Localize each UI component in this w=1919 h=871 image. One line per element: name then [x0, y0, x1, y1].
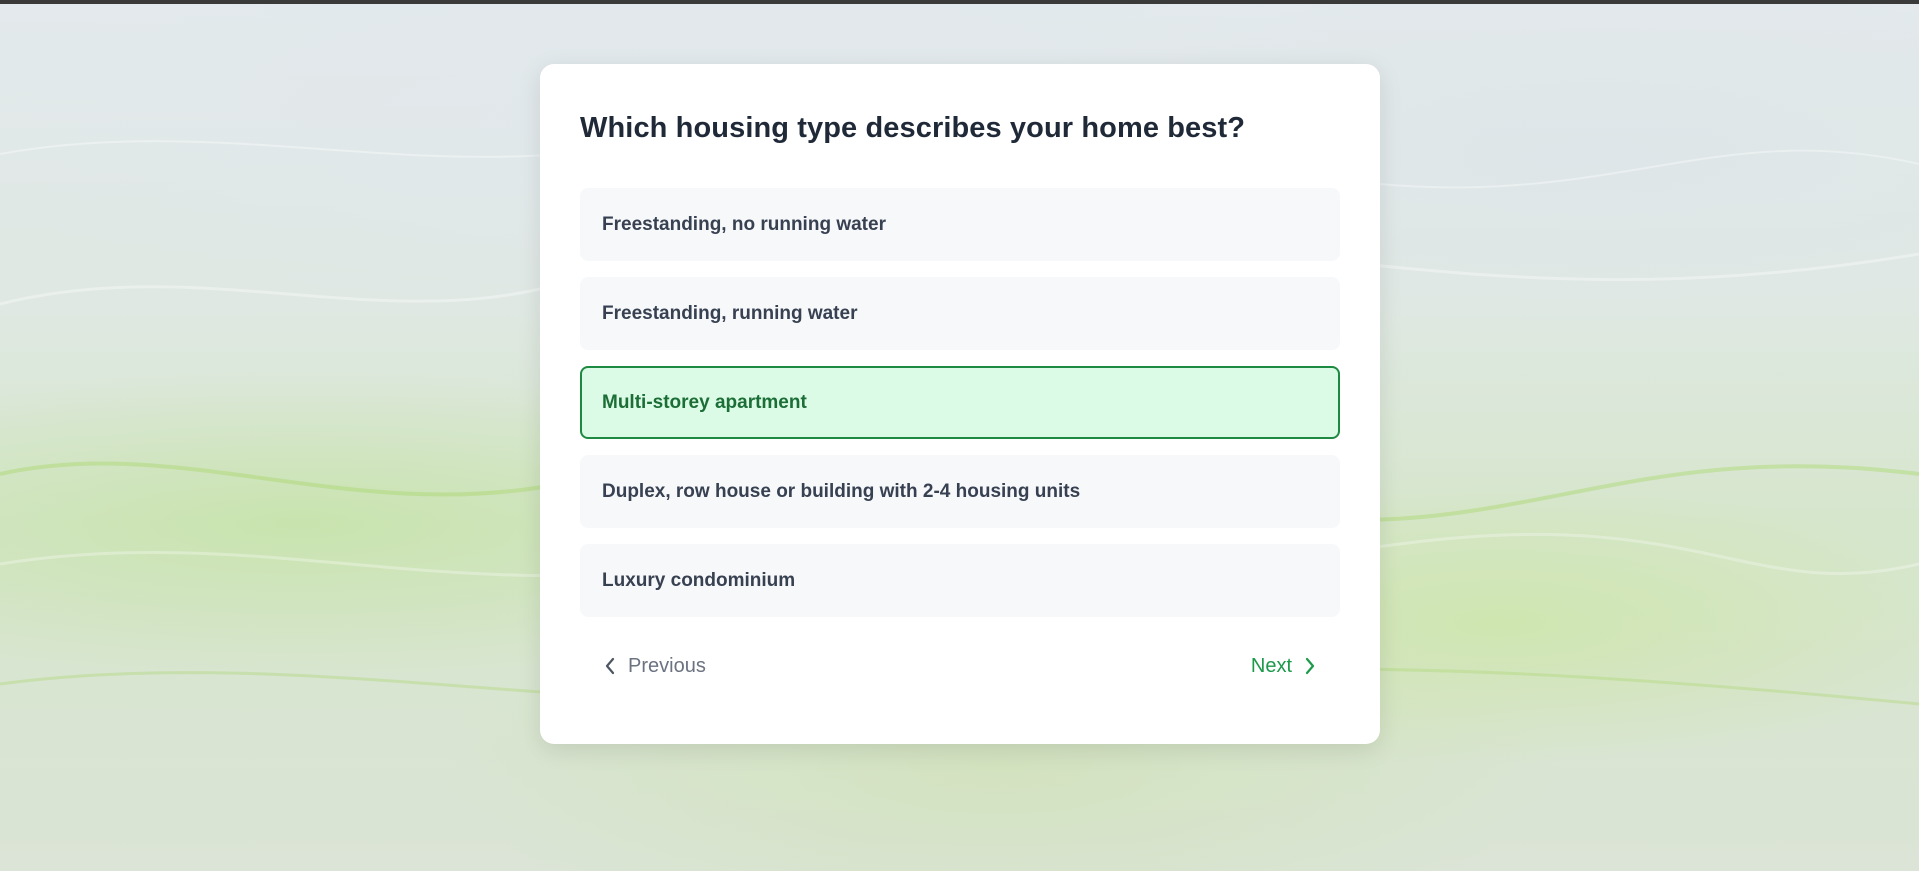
answer-options: Freestanding, no running water Freestand… — [580, 188, 1340, 617]
previous-button[interactable]: Previous — [596, 644, 714, 688]
option-freestanding-running-water[interactable]: Freestanding, running water — [580, 277, 1340, 350]
chevron-right-icon — [1304, 656, 1316, 676]
survey-card: Which housing type describes your home b… — [540, 64, 1380, 744]
next-label: Next — [1250, 654, 1292, 677]
option-freestanding-no-water[interactable]: Freestanding, no running water — [580, 188, 1340, 261]
navigation-bar: Previous Next — [580, 644, 1340, 688]
question-title: Which housing type describes your home b… — [580, 112, 1246, 144]
previous-label: Previous — [628, 654, 706, 677]
option-luxury-condominium[interactable]: Luxury condominium — [580, 544, 1340, 617]
option-multi-storey-apartment[interactable]: Multi-storey apartment — [580, 366, 1340, 439]
option-duplex-row-house[interactable]: Duplex, row house or building with 2-4 h… — [580, 455, 1340, 528]
chevron-left-icon — [604, 656, 616, 676]
next-button[interactable]: Next — [1243, 644, 1324, 688]
